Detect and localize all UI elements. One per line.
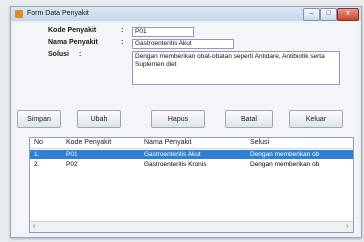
scroll-right-icon[interactable]: › <box>346 222 348 232</box>
row-nama: Gastroenteritis Kronis <box>144 161 207 168</box>
row-solusi: Dengan memberikan ob <box>250 161 320 168</box>
title-bar[interactable]: Form Data Penyakit – □ x <box>11 7 361 21</box>
kode-penyakit-label: Kode Penyakit <box>48 27 97 34</box>
minimize-button[interactable]: – <box>303 8 320 21</box>
column-header-nama[interactable]: Nama Penyakit <box>144 138 191 148</box>
nama-penyakit-field[interactable]: Gastroenteritis Akut <box>132 39 234 49</box>
simpan-button[interactable]: Simpan <box>17 110 61 128</box>
hapus-button[interactable]: Hapus <box>151 110 205 128</box>
horizontal-scrollbar[interactable]: ‹ › <box>30 221 353 232</box>
data-grid[interactable]: No Kode Penyakit Nama Penyakit Selusi 1.… <box>29 137 354 233</box>
scroll-left-icon[interactable]: ‹ <box>33 222 35 232</box>
row-kode: P01 <box>66 151 78 158</box>
kode-penyakit-field[interactable]: P01 <box>132 27 194 37</box>
app-icon <box>15 10 23 18</box>
window-title: Form Data Penyakit <box>27 10 89 17</box>
colon: : <box>121 27 124 34</box>
ubah-button[interactable]: Ubah <box>77 110 121 128</box>
batal-button[interactable]: Batal <box>225 110 273 128</box>
row-no: 1. <box>34 151 40 158</box>
row-no: 2. <box>34 161 40 168</box>
form-body: Kode Penyakit : Nama Penyakit : Solusi :… <box>15 23 357 233</box>
colon: : <box>79 51 82 58</box>
close-button[interactable]: x <box>337 8 359 21</box>
keluar-button[interactable]: Keluar <box>289 110 343 128</box>
row-solusi: Dengan memberikan ob <box>250 151 320 158</box>
row-kode: P02 <box>66 161 78 168</box>
maximize-button[interactable]: □ <box>320 8 337 21</box>
solusi-field[interactable]: Dengan memberikan obat-obatan seperti An… <box>132 51 340 85</box>
column-header-solusi[interactable]: Selusi <box>250 138 269 148</box>
table-row[interactable]: 1. P01 Gastroenteritis Akut Dengan membe… <box>30 150 353 159</box>
colon: : <box>121 39 124 46</box>
solusi-label: Solusi <box>48 51 70 58</box>
form-window: Form Data Penyakit – □ x Kode Penyakit :… <box>10 6 362 238</box>
row-nama: Gastroenteritis Akut <box>144 151 201 158</box>
table-row[interactable]: 2. P02 Gastroenteritis Kronis Dengan mem… <box>30 160 353 169</box>
column-header-kode[interactable]: Kode Penyakit <box>66 138 111 148</box>
nama-penyakit-label: Nama Penyakit <box>48 39 98 46</box>
header-divider <box>30 148 353 149</box>
column-header-no[interactable]: No <box>34 138 43 148</box>
